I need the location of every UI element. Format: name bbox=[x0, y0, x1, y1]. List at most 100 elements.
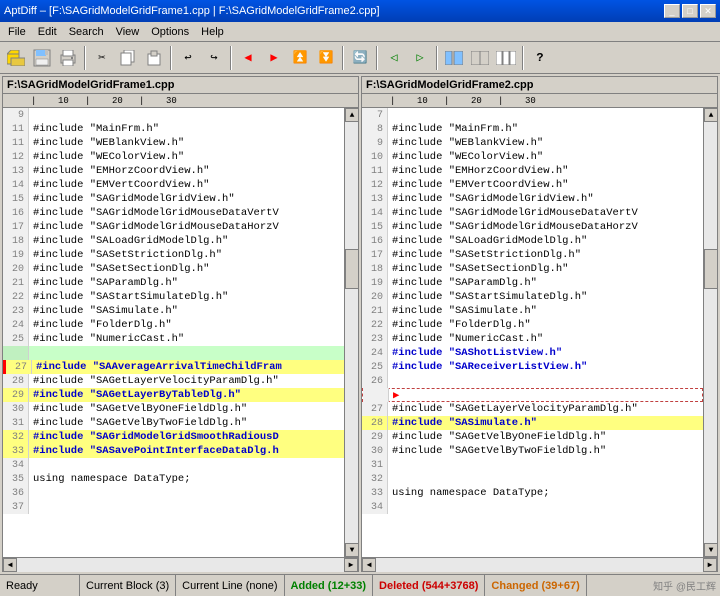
table-row: 26 bbox=[362, 374, 703, 388]
right-hscrollbar[interactable]: ◀ ▶ bbox=[362, 557, 717, 571]
tb-cut-button[interactable]: ✂ bbox=[90, 46, 114, 70]
table-row: 7 bbox=[362, 108, 703, 122]
table-row: 33 using namespace DataType; bbox=[362, 486, 703, 500]
tb-refresh-button[interactable]: 🔄 bbox=[348, 46, 372, 70]
tb-next-diff-button[interactable]: ▶ bbox=[262, 46, 286, 70]
table-row: 15 #include "SAGridModelGridMouseDataHor… bbox=[362, 220, 703, 234]
table-row: 8 #include "MainFrm.h" bbox=[362, 122, 703, 136]
tb-prev-diff-button[interactable]: ◀ bbox=[236, 46, 260, 70]
table-row: 36 bbox=[3, 486, 344, 500]
table-row: 32 bbox=[362, 472, 703, 486]
tb-copy-button[interactable] bbox=[116, 46, 140, 70]
left-scrollbar[interactable]: ▲ ▼ bbox=[344, 108, 358, 557]
status-added: Added (12+33) bbox=[285, 575, 374, 596]
menu-help[interactable]: Help bbox=[195, 24, 230, 40]
toolbar-sep-4 bbox=[342, 46, 344, 70]
right-panel-header: F:\SAGridModelGridFrame2.cpp bbox=[362, 77, 717, 94]
toolbar-sep-3 bbox=[230, 46, 232, 70]
left-hscrollbar[interactable]: ◀ ▶ bbox=[3, 557, 358, 571]
table-row: 21 #include "SAParamDlg.h" bbox=[3, 276, 344, 290]
tb-view1-button[interactable] bbox=[442, 46, 466, 70]
tb-open-button[interactable] bbox=[4, 46, 28, 70]
table-row: 25 #include "NumericCast.h" bbox=[3, 332, 344, 346]
title-bar: AptDiff – [F:\SAGridModelGridFrame1.cpp … bbox=[0, 0, 720, 22]
table-row: 24 #include "FolderDlg.h" bbox=[3, 318, 344, 332]
menu-options[interactable]: Options bbox=[145, 24, 195, 40]
table-row: 13 #include "SAGridModelGridView.h" bbox=[362, 192, 703, 206]
left-code-area[interactable]: 9 11 #include "MainFrm.h" 11 #include "W… bbox=[3, 108, 358, 557]
status-current-block: Current Block (3) bbox=[80, 575, 176, 596]
table-row: 20 #include "SASetSectionDlg.h" bbox=[3, 262, 344, 276]
toolbar-sep-2 bbox=[170, 46, 172, 70]
table-row: 29 #include "SAGetLayerByTableDlg.h" bbox=[3, 388, 344, 402]
table-row: 33 #include "SASavePointInterfaceDataDlg… bbox=[3, 444, 344, 458]
right-code-scroll[interactable]: 7 8 #include "MainFrm.h" 9 #include "WEB… bbox=[362, 108, 703, 557]
status-changed: Changed (39+67) bbox=[485, 575, 586, 596]
table-row: 12 #include "WEColorView.h" bbox=[3, 150, 344, 164]
window-controls[interactable]: _ □ ✕ bbox=[664, 4, 716, 18]
right-ruler: | 10 | 20 | 30 bbox=[362, 94, 717, 108]
table-row: 14 #include "SAGridModelGridMouseDataVer… bbox=[362, 206, 703, 220]
table-row: 22 #include "SAStartSimulateDlg.h" bbox=[3, 290, 344, 304]
table-row: 31 #include "SAGetVelByTwoFieldDlg.h" bbox=[3, 416, 344, 430]
tb-copy-right-button[interactable]: ▷ bbox=[408, 46, 432, 70]
toolbar: ✂ ↩ ↪ ◀ ▶ ⏫ ⏬ 🔄 ◁ ▷ ? bbox=[0, 42, 720, 74]
toolbar-sep-7 bbox=[522, 46, 524, 70]
maximize-button[interactable]: □ bbox=[682, 4, 698, 18]
menu-search[interactable]: Search bbox=[63, 24, 110, 40]
toolbar-sep-5 bbox=[376, 46, 378, 70]
toolbar-sep-1 bbox=[84, 46, 86, 70]
table-row: 37 bbox=[3, 500, 344, 514]
right-code-area[interactable]: 7 8 #include "MainFrm.h" 9 #include "WEB… bbox=[362, 108, 717, 557]
table-row: 25 #include "SAReceiverListView.h" bbox=[362, 360, 703, 374]
table-row: 31 bbox=[362, 458, 703, 472]
table-row: 11 #include "MainFrm.h" bbox=[3, 122, 344, 136]
tb-print-button[interactable] bbox=[56, 46, 80, 70]
tb-view2-button[interactable] bbox=[468, 46, 492, 70]
status-bar: Ready Current Block (3) Current Line (no… bbox=[0, 574, 720, 596]
table-row: 28 #include "SASimulate.h" bbox=[362, 416, 703, 430]
menu-file[interactable]: File bbox=[2, 24, 32, 40]
tb-first-diff-button[interactable]: ⏫ bbox=[288, 46, 312, 70]
panels-container: F:\SAGridModelGridFrame1.cpp | 10 | 20 |… bbox=[0, 74, 720, 574]
tb-paste-button[interactable] bbox=[142, 46, 166, 70]
title-text: AptDiff – [F:\SAGridModelGridFrame1.cpp … bbox=[4, 5, 380, 17]
table-row: 24 #include "SAShotListView.h" bbox=[362, 346, 703, 360]
close-button[interactable]: ✕ bbox=[700, 4, 716, 18]
tb-redo-button[interactable]: ↪ bbox=[202, 46, 226, 70]
menu-bar: File Edit Search View Options Help bbox=[0, 22, 720, 42]
diff-arrow-row: ▶ bbox=[362, 388, 703, 402]
tb-undo-button[interactable]: ↩ bbox=[176, 46, 200, 70]
left-panel-header: F:\SAGridModelGridFrame1.cpp bbox=[3, 77, 358, 94]
table-row: 9 #include "WEBlankView.h" bbox=[362, 136, 703, 150]
menu-view[interactable]: View bbox=[110, 24, 146, 40]
menu-edit[interactable]: Edit bbox=[32, 24, 63, 40]
left-ruler: | 10 | 20 | 30 bbox=[3, 94, 358, 108]
right-panel: F:\SAGridModelGridFrame2.cpp | 10 | 20 |… bbox=[361, 76, 718, 572]
table-row: 17 #include "SASetStrictionDlg.h" bbox=[362, 248, 703, 262]
table-row: 30 #include "SAGetVelByOneFieldDlg.h" bbox=[3, 402, 344, 416]
table-row: 35 using namespace DataType; bbox=[3, 472, 344, 486]
table-row: 18 #include "SALoadGridModelDlg.h" bbox=[3, 234, 344, 248]
table-row: 13 #include "EMHorzCoordView.h" bbox=[3, 164, 344, 178]
main-area: F:\SAGridModelGridFrame1.cpp | 10 | 20 |… bbox=[0, 74, 720, 574]
table-row: 11 #include "WEBlankView.h" bbox=[3, 136, 344, 150]
table-row: 22 #include "FolderDlg.h" bbox=[362, 318, 703, 332]
tb-help-button[interactable]: ? bbox=[528, 46, 552, 70]
toolbar-sep-6 bbox=[436, 46, 438, 70]
minimize-button[interactable]: _ bbox=[664, 4, 680, 18]
table-row: 34 bbox=[362, 500, 703, 514]
table-row: 16 #include "SAGridModelGridMouseDataVer… bbox=[3, 206, 344, 220]
table-row bbox=[3, 346, 344, 360]
left-code-scroll[interactable]: 9 11 #include "MainFrm.h" 11 #include "W… bbox=[3, 108, 344, 557]
table-row: 20 #include "SAStartSimulateDlg.h" bbox=[362, 290, 703, 304]
tb-view3-button[interactable] bbox=[494, 46, 518, 70]
tb-save-button[interactable] bbox=[30, 46, 54, 70]
tb-last-diff-button[interactable]: ⏬ bbox=[314, 46, 338, 70]
watermark: 知乎 @民工辉 bbox=[653, 578, 716, 593]
left-panel: F:\SAGridModelGridFrame1.cpp | 10 | 20 |… bbox=[2, 76, 359, 572]
table-row: 30 #include "SAGetVelByTwoFieldDlg.h" bbox=[362, 444, 703, 458]
tb-copy-left-button[interactable]: ◁ bbox=[382, 46, 406, 70]
table-row: 28 #include "SAGetLayerVelocityParamDlg.… bbox=[3, 374, 344, 388]
right-scrollbar[interactable]: ▲ ▼ bbox=[703, 108, 717, 557]
